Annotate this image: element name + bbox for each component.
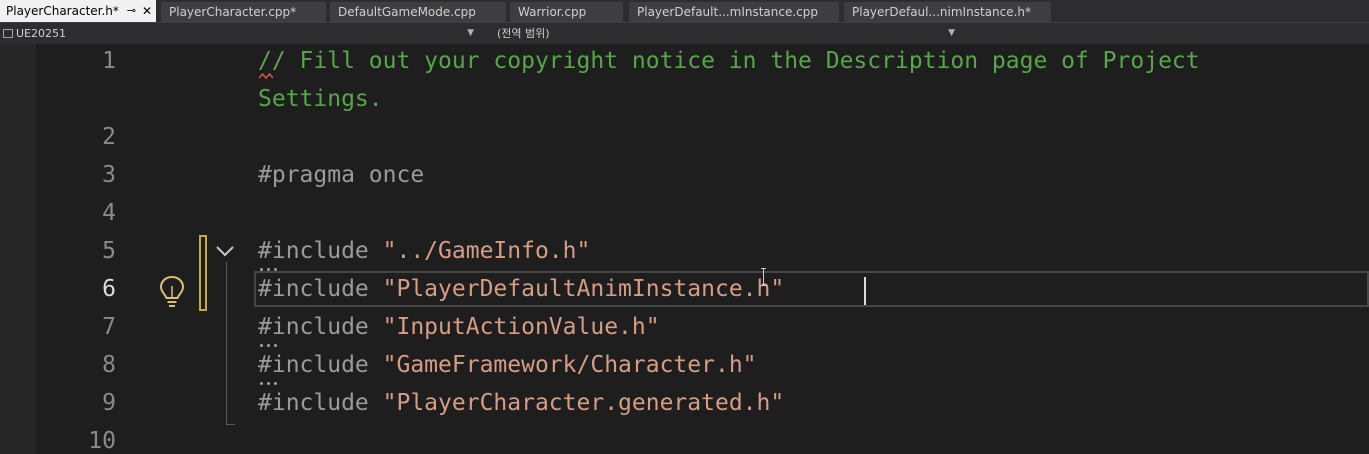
tab-label: PlayerCharacter.h* [6,4,119,18]
project-dropdown[interactable]: UE20251 ▼ [0,25,478,42]
line-number: 8 [102,352,116,378]
member-dropdown[interactable] [962,25,1367,42]
project-icon [3,29,13,38]
line-number: 10 [88,428,116,454]
line-number: 4 [102,200,116,226]
preprocessor-directive: #include [258,238,369,264]
line-number: 3 [102,162,116,188]
change-tracking-bar [199,235,207,311]
code-line-1[interactable]: // Fill out your copyright notice in the… [258,48,1200,74]
fold-guide-line [226,262,227,424]
preprocessor-directive: #include [258,352,369,378]
code-line-9[interactable]: #include "PlayerCharacter.generated.h" [258,390,784,416]
document-tab-bar: PlayerCharacter.h* ⊸ ✕ PlayerCharacter.c… [0,0,1369,22]
code-line-3[interactable]: #pragma once [258,162,424,188]
fold-guide-end [226,424,235,425]
code-line-5[interactable]: #include "../GameInfo.h" [258,238,590,264]
tab-label: PlayerDefault...mInstance.cpp [637,5,819,19]
code-line-8[interactable]: #include "GameFramework/Character.h" [258,352,757,378]
pragma-arg: once [354,162,425,188]
margin-strip [0,44,36,454]
code-line-6[interactable]: #include "PlayerDefaultAnimInstance.h" [258,276,784,302]
include-path: "PlayerDefaultAnimInstance.h" [382,276,785,302]
line-number: 2 [102,124,116,150]
suggestion-dots [260,268,284,272]
suggestion-dots [260,344,284,348]
pin-icon[interactable]: ⊸ [127,0,136,22]
dropdown-icon: ▼ [467,28,474,38]
project-label: UE20251 [16,27,66,40]
include-path: "PlayerCharacter.generated.h" [382,390,785,416]
fold-chevron-icon[interactable] [214,244,236,258]
include-path: "../GameInfo.h" [382,238,591,264]
preprocessor-directive: #pragma [258,162,355,188]
line-number: 9 [102,390,116,416]
tab-playerdefaultaniminstance-cpp[interactable]: PlayerDefault...mInstance.cpp [629,2,839,22]
tab-label: PlayerCharacter.cpp* [169,5,297,19]
tab-playerdefaultaniminstance-h[interactable]: PlayerDefaul...nimInstance.h* [844,2,1051,22]
line-number: 1 [102,48,116,74]
preprocessor-directive: #include [258,276,369,302]
code-line-1-wrap[interactable]: Settings. [258,86,383,112]
line-number: 7 [102,314,116,340]
tab-defaultgamemode-cpp[interactable]: DefaultGameMode.cpp [330,2,506,22]
include-path: "InputActionValue.h" [382,314,660,340]
code-line-7[interactable]: #include "InputActionValue.h" [258,314,660,340]
line-number: 5 [102,238,116,264]
tab-label: Warrior.cpp [518,5,587,19]
navigation-bar: UE20251 ▼ (전역 범위) ▼ [0,22,1369,44]
preprocessor-directive: #include [258,314,369,340]
scope-label: (전역 범위) [497,27,550,40]
scope-dropdown[interactable]: (전역 범위) ▼ [497,25,959,42]
tab-warrior-cpp[interactable]: Warrior.cpp [510,2,623,22]
dropdown-icon: ▼ [948,28,955,38]
suggestion-dots [260,382,284,386]
ibeam-cursor-icon [761,268,767,286]
error-squiggle [259,72,273,80]
tab-playercharacter-cpp[interactable]: PlayerCharacter.cpp* [161,2,326,22]
tab-label: PlayerDefaul...nimInstance.h* [852,5,1032,19]
tab-label: DefaultGameMode.cpp [338,5,476,19]
preprocessor-directive: #include [258,390,369,416]
text-caret [864,277,866,305]
line-number-current: 6 [102,276,116,302]
code-editor[interactable]: 1 2 3 4 5 6 7 8 9 10 // Fill out your co… [0,44,1369,454]
tab-playercharacter-h[interactable]: PlayerCharacter.h* ⊸ ✕ [0,0,156,22]
lightbulb-icon[interactable] [158,274,186,310]
include-path: "GameFramework/Character.h" [382,352,757,378]
close-icon[interactable]: ✕ [142,0,152,22]
